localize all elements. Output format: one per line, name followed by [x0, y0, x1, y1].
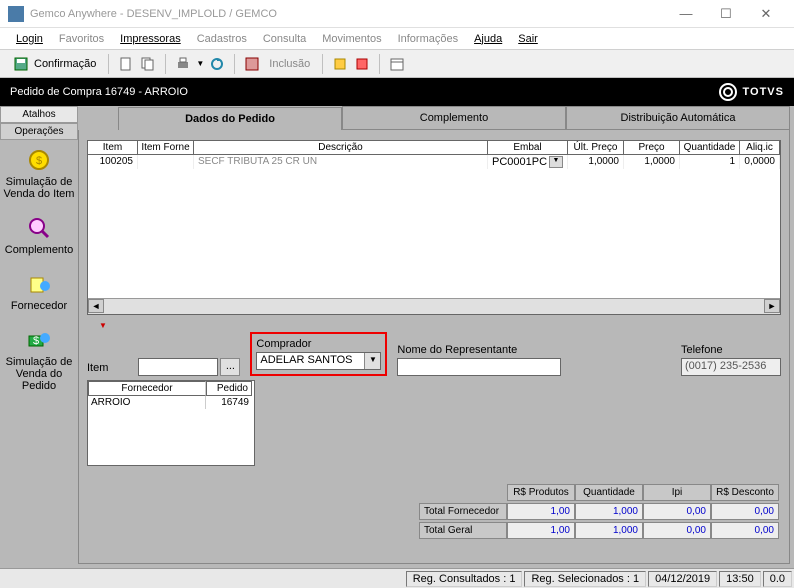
minimize-button[interactable]: — [666, 2, 706, 26]
col-preco[interactable]: Preço [624, 141, 680, 154]
coin-icon: $ [25, 146, 53, 174]
sidebar-item-fornecedor[interactable]: Fornecedor [2, 270, 76, 312]
scroll-right-icon[interactable]: ► [764, 299, 780, 313]
chevron-down-icon: ▼ [549, 156, 563, 168]
th-quantidade: Quantidade [575, 484, 643, 501]
left-tab-atalhos[interactable]: Atalhos [0, 106, 78, 123]
comprador-combo[interactable]: ADELAR SANTOS ▼ [256, 352, 381, 370]
sidebar-item-simulacao-venda-item[interactable]: $ Simulação de Venda do Item [2, 146, 76, 200]
fp-col-fornecedor: Fornecedor [88, 381, 206, 396]
menu-consulta: Consulta [255, 31, 314, 47]
totals-section: R$ Produtos Quantidade Ipi R$ Desconto T… [419, 484, 779, 539]
grid-hscroll[interactable]: ◄ ► [88, 298, 780, 314]
inclusao-button[interactable]: Inclusão [265, 57, 314, 71]
cube1-icon[interactable] [331, 55, 349, 73]
total-fornecedor-label: Total Fornecedor [419, 503, 507, 520]
col-descricao[interactable]: Descrição [194, 141, 488, 154]
th-ipi: Ipi [643, 484, 711, 501]
menu-movimentos: Movimentos [314, 31, 389, 47]
telefone-value: (0017) 235-2536 [681, 358, 781, 376]
telefone-label: Telefone [681, 344, 781, 356]
status-consultados: Reg. Consultados : 1 [406, 571, 523, 587]
status-date: 04/12/2019 [648, 571, 717, 587]
col-quantidade[interactable]: Quantidade [680, 141, 740, 154]
item-browse-button[interactable]: ... [220, 358, 240, 376]
svg-text:$: $ [36, 155, 42, 167]
sidebar-item-complemento[interactable]: Complemento [2, 214, 76, 256]
print-icon[interactable] [174, 55, 192, 73]
th-produtos: R$ Produtos [507, 484, 575, 501]
menu-informacoes: Informações [390, 31, 467, 47]
fp-col-pedido: Pedido [206, 381, 252, 396]
left-panel: Atalhos Operações $ Simulação de Venda d… [0, 106, 78, 568]
item-label: Item [87, 362, 108, 374]
copy-icon[interactable] [139, 55, 157, 73]
sidebar-item-simulacao-venda-pedido[interactable]: $ Simulação de Venda do Pedido [2, 326, 76, 392]
indicator-dots: ▼ [99, 321, 781, 330]
embal-combo[interactable]: PC0001PC▼ [488, 155, 568, 169]
menubar: Login Favoritos Impressoras Cadastros Co… [0, 28, 794, 50]
tab-complemento[interactable]: Complemento [342, 106, 566, 130]
col-embal[interactable]: Embal [488, 141, 568, 154]
tab-dados-pedido[interactable]: Dados do Pedido [118, 107, 342, 131]
brand-logo: TOTVS [719, 83, 784, 101]
statusbar: Reg. Consultados : 1 Reg. Selecionados :… [0, 568, 794, 588]
left-tab-operacoes[interactable]: Operações [0, 123, 78, 140]
menu-impressoras[interactable]: Impressoras [112, 31, 189, 47]
maximize-button[interactable]: ☐ [706, 2, 746, 26]
status-time: 13:50 [719, 571, 761, 587]
money-order-icon: $ [25, 326, 53, 354]
menu-favoritos: Favoritos [51, 31, 112, 47]
tab-distribuicao[interactable]: Distribuição Automática [566, 106, 790, 130]
menu-login[interactable]: Login [8, 31, 51, 47]
refresh-icon[interactable] [208, 55, 226, 73]
col-aliq[interactable]: Aliq.ic [740, 141, 780, 154]
page-header: Pedido de Compra 16749 - ARROIO TOTVS [0, 78, 794, 106]
supplier-icon [25, 270, 53, 298]
item-input[interactable] [138, 358, 218, 376]
print-dropdown-icon[interactable]: ▼ [196, 59, 204, 68]
fp-row[interactable]: ARROIO 16749 [88, 396, 254, 409]
comprador-label: Comprador [256, 338, 381, 350]
items-grid[interactable]: Item Item Forne Descrição Embal Últ. Pre… [87, 140, 781, 315]
close-button[interactable]: ✕ [746, 2, 786, 26]
cube2-icon[interactable] [353, 55, 371, 73]
scroll-left-icon[interactable]: ◄ [88, 299, 104, 313]
total-geral-label: Total Geral [419, 522, 507, 539]
content-area: Dados do Pedido Complemento Distribuição… [78, 106, 794, 568]
menu-sair[interactable]: Sair [510, 31, 546, 47]
col-ult-preco[interactable]: Últ. Preço [568, 141, 624, 154]
totvs-icon [719, 83, 737, 101]
col-item[interactable]: Item [88, 141, 138, 154]
comprador-highlight: Comprador ADELAR SANTOS ▼ [250, 332, 387, 376]
representante-input[interactable] [397, 358, 561, 376]
status-selecionados: Reg. Selecionados : 1 [524, 571, 646, 587]
th-desconto: R$ Desconto [711, 484, 779, 501]
status-extra: 0.0 [763, 571, 792, 587]
grid-row[interactable]: 100205 SECF TRIBUTA 25 CR UN PC0001PC▼ 1… [88, 155, 780, 169]
window-title: Gemco Anywhere - DESENV_IMPLOLD / GEMCO [30, 8, 666, 20]
toolbar: Confirmação ▼ Inclusão [0, 50, 794, 78]
new-icon[interactable] [117, 55, 135, 73]
representante-label: Nome do Representante [397, 344, 561, 356]
calendar-icon[interactable] [388, 55, 406, 73]
titlebar: Gemco Anywhere - DESENV_IMPLOLD / GEMCO … [0, 0, 794, 28]
grid-icon[interactable] [243, 55, 261, 73]
svg-text:$: $ [33, 335, 39, 347]
col-item-forne[interactable]: Item Forne [138, 141, 194, 154]
magnifier-icon [25, 214, 53, 242]
menu-cadastros: Cadastros [189, 31, 255, 47]
chevron-down-icon[interactable]: ▼ [364, 353, 380, 369]
confirm-button[interactable]: Confirmação [8, 54, 100, 74]
save-icon [12, 55, 30, 73]
menu-ajuda[interactable]: Ajuda [466, 31, 510, 47]
app-icon [8, 6, 24, 22]
page-title: Pedido de Compra 16749 - ARROIO [10, 86, 188, 98]
fornecedor-pedido-table: Fornecedor Pedido ARROIO 16749 [87, 380, 255, 466]
